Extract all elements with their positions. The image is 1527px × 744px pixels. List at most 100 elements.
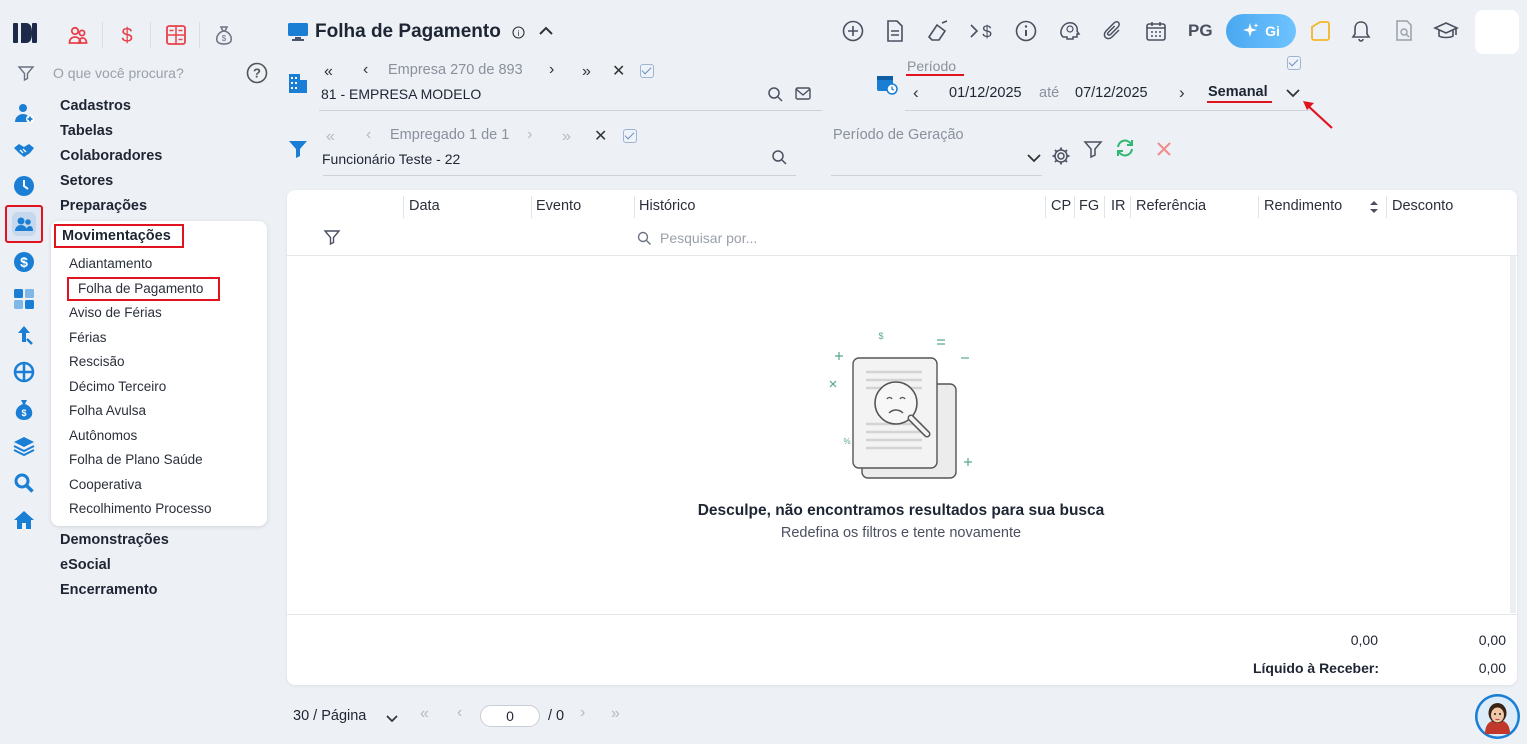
pg-button[interactable]: PG <box>1188 21 1213 41</box>
periodo-prev-button[interactable]: ‹ <box>913 83 919 103</box>
empresa-first-button[interactable]: « <box>324 63 333 81</box>
column-header-evento[interactable]: Evento <box>536 198 581 214</box>
empresa-value[interactable]: 81 - EMPRESA MODELO <box>321 86 481 102</box>
info-button[interactable] <box>1013 18 1039 44</box>
periodo-next-button[interactable]: › <box>1179 83 1185 103</box>
settings-gear-icon[interactable] <box>1051 146 1071 171</box>
periodo-start-date[interactable]: 01/12/2025 <box>949 85 1022 101</box>
page-prev-button[interactable]: ‹ <box>457 704 462 722</box>
menu-demonstracoes[interactable]: Demonstrações <box>60 532 169 548</box>
periodo-end-date[interactable]: 07/12/2025 <box>1075 85 1148 101</box>
filter-icon[interactable] <box>17 64 35 87</box>
quick-calculator-button[interactable] <box>161 20 191 50</box>
quick-group-button[interactable] <box>63 20 93 50</box>
rail-cadastros-button[interactable] <box>8 99 40 127</box>
empresa-search-icon[interactable] <box>767 86 783 107</box>
empregado-prev-button[interactable]: ‹ <box>366 126 371 144</box>
menu-esocial[interactable]: eSocial <box>60 557 111 573</box>
attach-button[interactable] <box>1100 18 1126 44</box>
rail-layers-button[interactable] <box>8 432 40 460</box>
rail-home-button[interactable] <box>8 506 40 534</box>
rail-search-button[interactable] <box>8 469 40 497</box>
rail-calculator-button[interactable] <box>8 285 40 313</box>
menu-search-input[interactable]: O que você procura? <box>53 65 184 81</box>
gi-assistant-button[interactable]: Gi <box>1226 14 1296 48</box>
rail-finance-button[interactable]: $ <box>8 248 40 276</box>
empregado-clear-button[interactable]: ✕ <box>594 126 607 146</box>
submenu-folha-avulsa[interactable]: Folha Avulsa <box>69 403 146 418</box>
funnel-filter-icon[interactable] <box>288 139 308 164</box>
menu-cadastros[interactable]: Cadastros <box>60 98 131 114</box>
menu-preparacoes[interactable]: Preparações <box>60 198 147 214</box>
quick-money-bag-button[interactable]: $ <box>209 20 239 50</box>
menu-encerramento[interactable]: Encerramento <box>60 582 158 598</box>
submenu-rescisao[interactable]: Rescisão <box>69 354 125 369</box>
column-header-referencia[interactable]: Referência <box>1136 198 1206 214</box>
empresa-checkbox[interactable] <box>640 64 654 78</box>
empresa-mail-icon[interactable] <box>795 87 811 106</box>
empresa-prev-button[interactable]: ‹ <box>363 61 368 79</box>
submenu-adiantamento[interactable]: Adiantamento <box>69 256 152 271</box>
per-page-chevron-icon[interactable] <box>385 711 399 729</box>
submenu-cooperativa[interactable]: Cooperativa <box>69 477 142 492</box>
profile-avatar-placeholder[interactable] <box>1475 10 1519 54</box>
app-logo[interactable] <box>12 20 38 46</box>
submenu-ferias[interactable]: Férias <box>69 330 107 345</box>
sort-icon[interactable] <box>1368 199 1380 220</box>
empregado-last-button[interactable]: » <box>562 128 571 146</box>
clear-filters-icon[interactable] <box>1155 140 1173 163</box>
notes-button[interactable] <box>1307 18 1333 44</box>
column-header-data[interactable]: Data <box>409 198 440 214</box>
calendar-button[interactable] <box>1143 18 1169 44</box>
menu-tabelas[interactable]: Tabelas <box>60 123 113 139</box>
column-filter-icon[interactable] <box>323 228 341 251</box>
quick-dollar-button[interactable]: $ <box>112 20 142 50</box>
learning-button[interactable] <box>1433 18 1459 44</box>
submenu-recolhimento-processo[interactable]: Recolhimento Processo <box>69 501 212 516</box>
empresa-clear-button[interactable]: ✕ <box>612 61 625 81</box>
page-last-button[interactable]: » <box>611 705 620 723</box>
empresa-last-button[interactable]: » <box>582 63 591 81</box>
empregado-checkbox[interactable] <box>623 129 637 143</box>
rail-colaboradores-active[interactable] <box>5 205 43 243</box>
clean-button[interactable] <box>925 18 951 44</box>
submenu-aviso-de-ferias[interactable]: Aviso de Férias <box>69 305 162 320</box>
empregado-value[interactable]: Funcionário Teste - 22 <box>322 151 460 167</box>
column-header-historico[interactable]: Histórico <box>639 198 695 214</box>
rail-network-button[interactable] <box>8 358 40 386</box>
page-number-input[interactable]: 0 <box>480 705 540 727</box>
table-search-input[interactable]: Pesquisar por... <box>660 230 757 246</box>
per-page-select[interactable]: 30 / Página <box>293 708 366 724</box>
collapse-chevron-icon[interactable] <box>538 24 554 43</box>
empregado-search-icon[interactable] <box>771 149 787 170</box>
submenu-autonomos[interactable]: Autônomos <box>69 428 137 443</box>
rail-moneybag-button[interactable]: $ <box>8 396 40 424</box>
empregado-first-button[interactable]: « <box>326 128 335 146</box>
periodo-checkbox[interactable] <box>1287 56 1301 70</box>
add-button[interactable] <box>840 18 866 44</box>
periodo-geracao-chevron-icon[interactable] <box>1026 151 1042 169</box>
report-search-button[interactable] <box>1391 18 1417 44</box>
submenu-decimo-terceiro[interactable]: Décimo Terceiro <box>69 379 166 394</box>
page-next-button[interactable]: › <box>580 704 585 722</box>
column-header-fg[interactable]: FG <box>1079 198 1099 214</box>
rail-upload-button[interactable] <box>8 322 40 350</box>
column-header-ir[interactable]: IR <box>1111 198 1126 214</box>
column-header-rendimento[interactable]: Rendimento <box>1264 198 1342 214</box>
menu-colaboradores[interactable]: Colaboradores <box>60 148 162 164</box>
help-icon[interactable]: ? <box>246 62 268 89</box>
rail-handshake-button[interactable] <box>8 136 40 164</box>
column-header-desconto[interactable]: Desconto <box>1392 198 1453 214</box>
ai-brain-button[interactable] <box>1057 18 1083 44</box>
page-first-button[interactable]: « <box>420 705 429 723</box>
document-button[interactable] <box>882 18 908 44</box>
rail-clock-button[interactable] <box>8 172 40 200</box>
menu-movimentacoes[interactable]: Movimentações <box>62 228 171 244</box>
assistant-avatar[interactable] <box>1475 694 1520 739</box>
submenu-folha-de-pagamento[interactable]: Folha de Pagamento <box>78 281 203 296</box>
periodo-type-select[interactable]: Semanal <box>1208 84 1268 100</box>
empregado-next-button[interactable]: › <box>527 126 532 144</box>
table-scrollbar[interactable] <box>1510 256 1516 613</box>
apply-filter-icon[interactable] <box>1083 139 1103 164</box>
submenu-folha-plano-saude[interactable]: Folha de Plano Saúde <box>69 452 203 467</box>
